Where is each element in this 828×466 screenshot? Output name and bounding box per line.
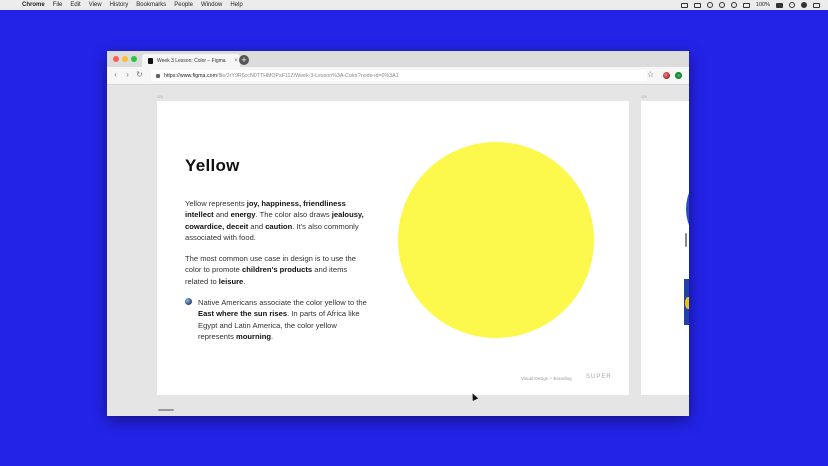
back-arrow-icon[interactable]: ‹ bbox=[111, 70, 120, 79]
frame-label-next[interactable]: 326 bbox=[641, 95, 647, 99]
browser-toolbar: ‹ › ↻ https://www.figma.com/file/2rY9R6c… bbox=[107, 67, 689, 85]
menu-bar: Chrome File Edit View History Bookmarks … bbox=[0, 0, 828, 10]
horizontal-scrollbar[interactable] bbox=[158, 409, 174, 411]
volume-icon[interactable] bbox=[742, 2, 750, 8]
address-bar[interactable]: https://www.figma.com/file/2rY9R6ccN0TTH… bbox=[151, 70, 647, 81]
slide-heading: Yellow bbox=[185, 156, 240, 175]
zoom-window-button[interactable] bbox=[131, 56, 137, 62]
menu-bookmarks[interactable]: Bookmarks bbox=[136, 2, 166, 8]
menu-people[interactable]: People bbox=[174, 2, 193, 8]
slide-frame[interactable]: Yellow Yellow represents joy, happiness,… bbox=[157, 101, 629, 401]
next-slide-frame[interactable] bbox=[641, 101, 689, 395]
paragraph-use-case: The most common use case in design is to… bbox=[185, 254, 356, 286]
menu-file[interactable]: File bbox=[53, 2, 63, 8]
url-host: https://www.figma.com bbox=[164, 72, 217, 79]
yellow-shape bbox=[685, 297, 689, 309]
menu-view[interactable]: View bbox=[89, 2, 102, 8]
wifi-icon[interactable] bbox=[730, 2, 737, 8]
figma-canvas[interactable]: 325 326 Yellow Yellow represents joy, ha… bbox=[107, 85, 689, 416]
yellow-circle bbox=[398, 142, 594, 338]
brand-logo: SUPER bbox=[586, 374, 612, 380]
frame-label[interactable]: 325 bbox=[157, 95, 163, 99]
profile-avatar-icon[interactable] bbox=[663, 72, 670, 79]
figma-favicon-icon bbox=[148, 57, 153, 64]
menubar-status-area: 100% bbox=[680, 0, 820, 10]
close-window-button[interactable] bbox=[113, 56, 119, 62]
tab-bar: Week 3 Lesson: Color – Figma × + bbox=[107, 51, 689, 67]
user-icon[interactable] bbox=[801, 2, 807, 8]
forward-arrow-icon[interactable]: › bbox=[123, 70, 132, 79]
vertical-scrollbar[interactable] bbox=[685, 233, 687, 247]
tab-figma[interactable]: Week 3 Lesson: Color – Figma × bbox=[142, 54, 240, 67]
list-icon[interactable] bbox=[813, 2, 820, 8]
globe-icon bbox=[185, 298, 192, 305]
search-icon[interactable] bbox=[789, 2, 795, 8]
bluetooth-icon[interactable] bbox=[718, 2, 725, 8]
battery-icon[interactable] bbox=[776, 2, 783, 8]
browser-window: Week 3 Lesson: Color – Figma × + ‹ › ↻ h… bbox=[107, 51, 689, 416]
display-icon[interactable] bbox=[680, 2, 688, 8]
reload-icon[interactable]: ↻ bbox=[135, 70, 144, 79]
url-path: /file/2rY9R6ccN0TTHMOPsF11Z/Week-3-Lesso… bbox=[216, 72, 399, 79]
battery-percentage: 100% bbox=[755, 2, 770, 8]
mouse-cursor-icon bbox=[469, 392, 479, 401]
slide-footer: Visual Design + Branding bbox=[521, 376, 572, 381]
blue-shape bbox=[686, 179, 689, 239]
lock-icon bbox=[156, 73, 160, 78]
menu-history[interactable]: History bbox=[110, 2, 129, 8]
minimize-window-button[interactable] bbox=[122, 56, 128, 62]
menu-app-chrome[interactable]: Chrome bbox=[22, 2, 45, 8]
new-tab-button[interactable]: + bbox=[239, 55, 249, 65]
menu-window[interactable]: Window bbox=[201, 2, 222, 8]
tab-title: Week 3 Lesson: Color – Figma bbox=[157, 57, 226, 64]
bookmark-star-icon[interactable]: ☆ bbox=[647, 70, 654, 79]
paragraph-meaning: Yellow represents joy, happiness, friend… bbox=[185, 199, 364, 243]
clock-icon[interactable] bbox=[706, 2, 713, 8]
extension-icon[interactable] bbox=[675, 72, 682, 79]
menu-edit[interactable]: Edit bbox=[70, 2, 80, 8]
menu-help[interactable]: Help bbox=[230, 2, 242, 8]
paragraph-culture: Native Americans associate the color yel… bbox=[198, 298, 367, 342]
camera-icon[interactable] bbox=[693, 2, 701, 8]
